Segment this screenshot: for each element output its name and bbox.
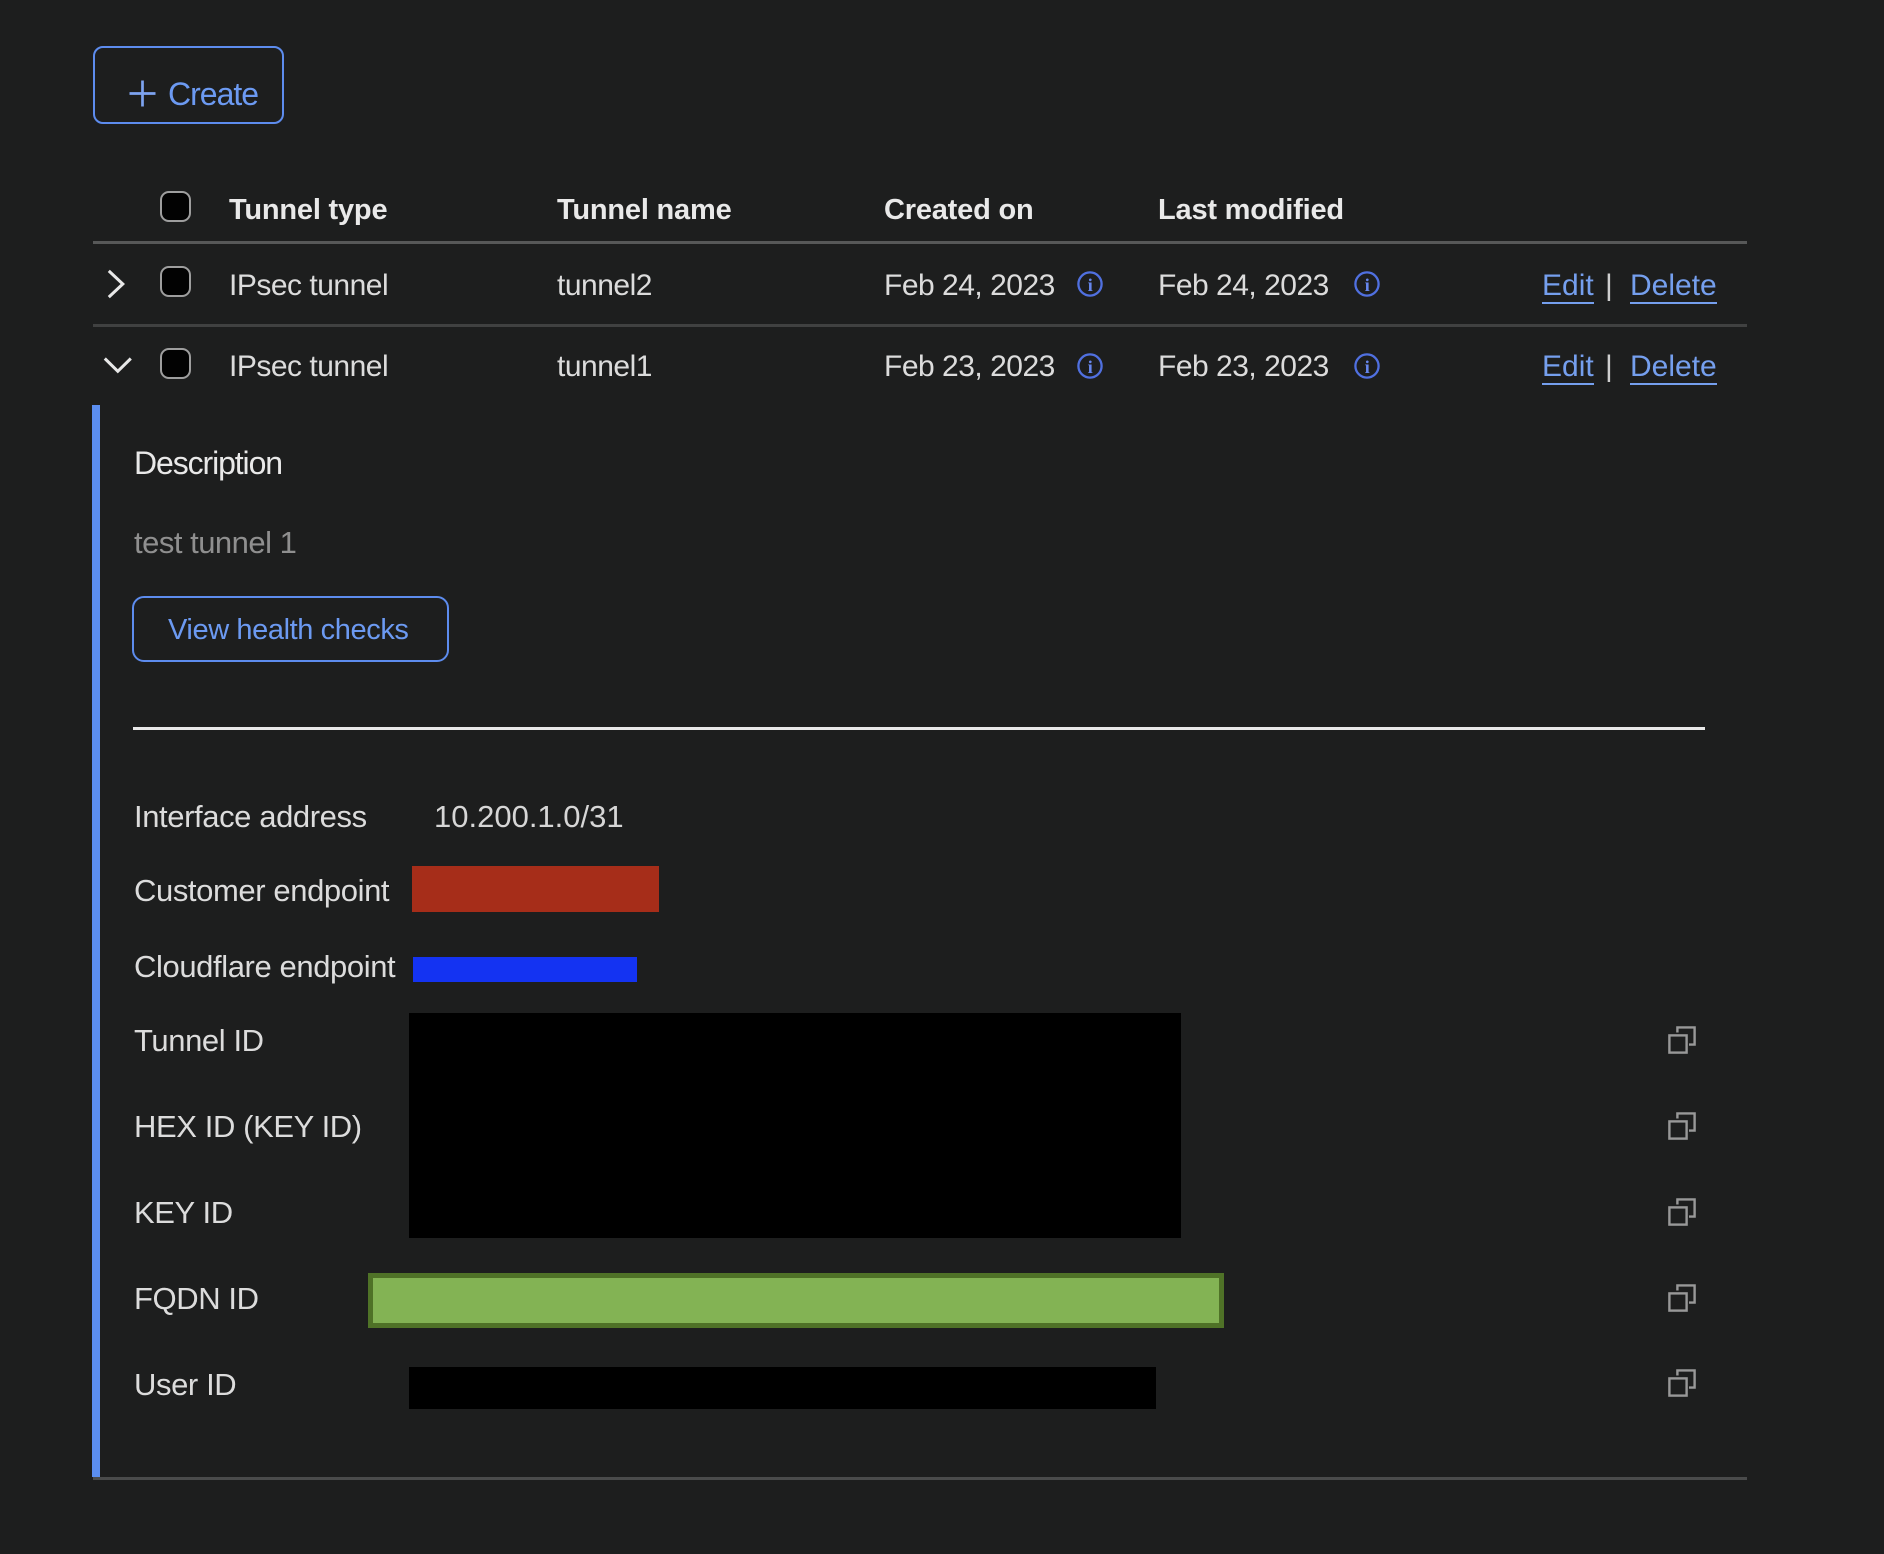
svg-text:i: i	[1088, 275, 1093, 295]
svg-text:i: i	[1365, 275, 1370, 295]
svg-text:i: i	[1365, 357, 1370, 377]
svg-text:i: i	[1088, 357, 1093, 377]
